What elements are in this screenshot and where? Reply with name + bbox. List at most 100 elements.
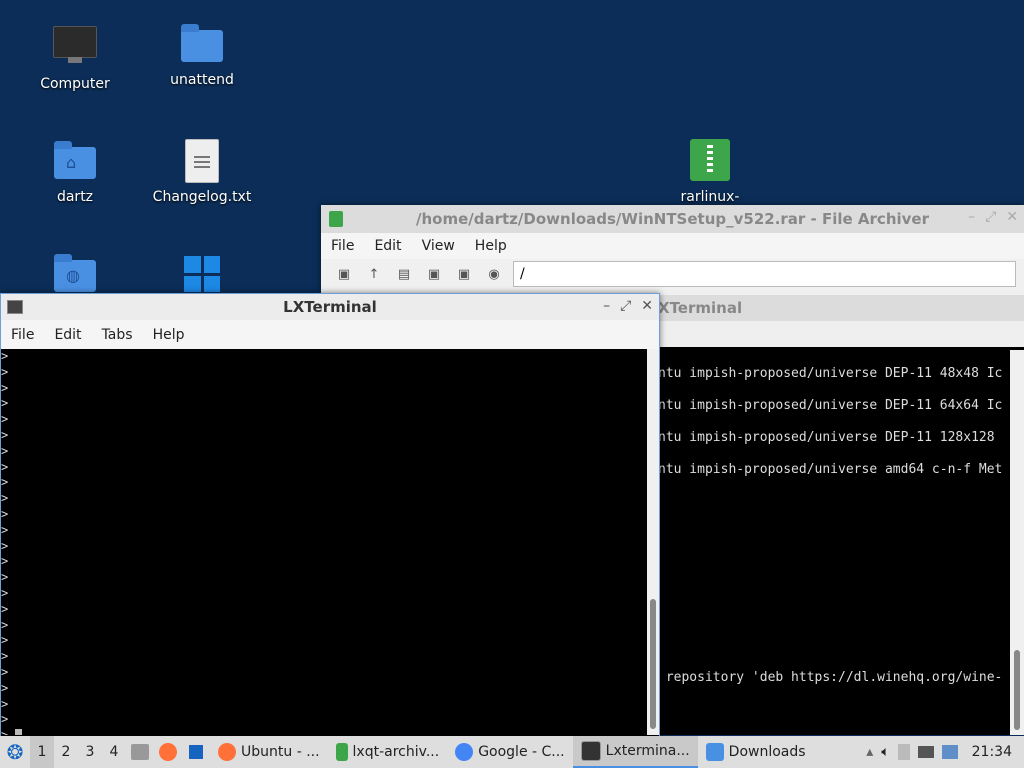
folder-icon — [705, 743, 724, 761]
menu-help[interactable]: Help — [143, 327, 195, 343]
workspace-3[interactable]: 3 — [78, 736, 102, 768]
terminal-prompt-line: > — [1, 585, 9, 600]
file-archiver-window[interactable]: /home/dartz/Downloads/WinNTSetup_v522.ra… — [321, 205, 1024, 295]
desktop-icon-computer[interactable]: Computer — [15, 22, 135, 92]
folder-icon — [180, 22, 224, 66]
front-terminal-titlebar[interactable]: LXTerminal – ⤢ ✕ — [1, 294, 659, 320]
firefox-launcher-icon[interactable] — [154, 736, 182, 768]
terminal-cursor — [15, 728, 23, 735]
volume-icon[interactable]: 🔈︎ — [881, 744, 889, 760]
desktop-icon-dartz[interactable]: ⌂ dartz — [15, 139, 135, 205]
terminal-prompt-line: > — [1, 649, 9, 664]
desktop-icon-unattend[interactable]: unattend — [142, 22, 262, 88]
menu-file[interactable]: File — [1, 327, 44, 343]
up-arrow-icon[interactable]: ↑ — [363, 263, 385, 285]
menu-tabs[interactable]: Tabs — [92, 327, 143, 343]
start-menu-icon[interactable]: ❂ — [0, 736, 30, 768]
workspace-4[interactable]: 4 — [102, 736, 126, 768]
task-lxterminal[interactable]: Lxtermina... — [572, 736, 698, 768]
task-archiver[interactable]: lxqt-archiv... — [328, 736, 448, 768]
front-terminal-menubar: File Edit Tabs Help — [1, 320, 659, 349]
stop-icon[interactable]: ◉ — [483, 263, 505, 285]
update-notifier-icon[interactable] — [941, 745, 958, 759]
terminal-text-area[interactable]: >>>>>>>>>>>>>>>>>>>>>>>>> — [1, 349, 646, 735]
minimize-icon[interactable]: – — [603, 298, 610, 314]
terminal-output-line: ntu impish-proposed/universe amd64 c-n-f… — [658, 462, 1003, 477]
terminal-prompt-line: > — [1, 522, 9, 537]
terminal-prompt-line: > — [1, 680, 9, 695]
file-manager-launcher-icon[interactable] — [126, 736, 154, 768]
task-label: Downloads — [728, 744, 806, 760]
front-terminal-scrollbar[interactable] — [647, 349, 659, 735]
back-terminal-window[interactable]: XTerminal ntu impish-proposed/universe D… — [658, 295, 1024, 735]
task-firefox[interactable]: Ubuntu - ... — [210, 736, 328, 768]
clock[interactable]: 21:34 — [966, 744, 1018, 760]
terminal-prompt-line: > — [1, 617, 9, 632]
desktop-icon-label: dartz — [56, 189, 94, 205]
terminal-output-line: ntu impish-proposed/universe DEP-11 128x… — [658, 430, 995, 445]
terminal-prompt-line: > — [1, 443, 9, 458]
computer-icon — [53, 26, 97, 70]
text-file-icon — [180, 139, 224, 183]
terminal-prompt-line: > — [1, 412, 9, 427]
back-terminal-menubar — [658, 321, 1024, 347]
desktop-icon-changelog[interactable]: Changelog.txt — [142, 139, 262, 205]
workspace-2[interactable]: 2 — [54, 736, 78, 768]
terminal-prompt-line: > — [1, 491, 9, 506]
add-folder-icon[interactable]: ▣ — [453, 263, 475, 285]
terminal-prompt-line: > — [1, 538, 9, 553]
terminal-prompt-line: > — [1, 427, 9, 442]
network-folder-icon: ◍ — [53, 252, 97, 296]
terminal-prompt-line: > — [1, 554, 9, 569]
taskbar: ❂ 1 2 3 4 Ubuntu - ... lxqt-archiv... Go… — [0, 736, 1024, 768]
back-terminal-titlebar[interactable]: XTerminal — [658, 295, 1024, 321]
archive-icon — [335, 743, 348, 761]
maximize-icon[interactable]: ⤢ — [985, 209, 996, 225]
menu-file[interactable]: File — [321, 238, 364, 254]
minimize-icon[interactable]: – — [968, 209, 975, 225]
extract-icon[interactable]: ▤ — [393, 263, 415, 285]
scrollbar-thumb[interactable] — [650, 599, 656, 729]
archiver-menubar: File Edit View Help — [321, 233, 1024, 259]
scrollbar-thumb[interactable] — [1014, 650, 1020, 730]
maximize-icon[interactable]: ⤢ — [620, 298, 631, 314]
terminal-output-line: ntu impish-proposed/universe DEP-11 48x4… — [658, 366, 1003, 381]
clipboard-icon[interactable] — [897, 744, 910, 760]
archiver-title: /home/dartz/Downloads/WinNTSetup_v522.ra… — [416, 210, 929, 228]
back-terminal-scrollbar[interactable] — [1010, 350, 1024, 735]
desktop-icon-rarlinux[interactable]: rarlinux- — [650, 139, 770, 205]
menu-view[interactable]: View — [412, 238, 465, 254]
workspace-1[interactable]: 1 — [30, 736, 54, 768]
terminal-prompt-line: > — [1, 364, 9, 379]
firefox-icon — [218, 743, 236, 761]
task-label: lxqt-archiv... — [352, 744, 440, 760]
terminal-prompt-line: > — [1, 664, 9, 679]
archive-icon — [688, 139, 732, 183]
archiver-toolbar: ▣ ↑ ▤ ▣ ▣ ◉ / — [321, 259, 1024, 289]
desktop-icon-label: Computer — [40, 76, 110, 92]
network-icon[interactable] — [917, 746, 934, 758]
terminal-output-line: repository 'deb https://dl.winehq.org/wi… — [658, 670, 1003, 685]
terminal-icon — [580, 741, 601, 761]
show-desktop-icon[interactable] — [182, 736, 210, 768]
task-chrome[interactable]: Google - C... — [447, 736, 572, 768]
chrome-icon — [455, 743, 474, 761]
path-input[interactable]: / — [513, 261, 1016, 287]
close-icon[interactable]: ✕ — [641, 298, 653, 314]
add-file-icon[interactable]: ▣ — [423, 263, 445, 285]
front-terminal-title: LXTerminal — [283, 298, 377, 316]
tray-up-arrow-icon[interactable]: ▴ — [866, 744, 873, 760]
close-icon[interactable]: ✕ — [1006, 209, 1018, 225]
archiver-titlebar[interactable]: /home/dartz/Downloads/WinNTSetup_v522.ra… — [321, 205, 1024, 233]
terminal-prompt-line: > — [1, 696, 9, 711]
task-label: Ubuntu - ... — [241, 744, 320, 760]
front-terminal-window[interactable]: LXTerminal – ⤢ ✕ File Edit Tabs Help > > >… — [0, 293, 660, 738]
terminal-prompt-line: > — [1, 396, 9, 411]
menu-help[interactable]: Help — [465, 238, 517, 254]
terminal-prompt-line: > — [1, 712, 9, 727]
task-downloads[interactable]: Downloads — [698, 736, 814, 768]
terminal-prompt-line: > — [1, 570, 9, 585]
menu-edit[interactable]: Edit — [364, 238, 411, 254]
new-archive-icon[interactable]: ▣ — [333, 263, 355, 285]
menu-edit[interactable]: Edit — [44, 327, 91, 343]
